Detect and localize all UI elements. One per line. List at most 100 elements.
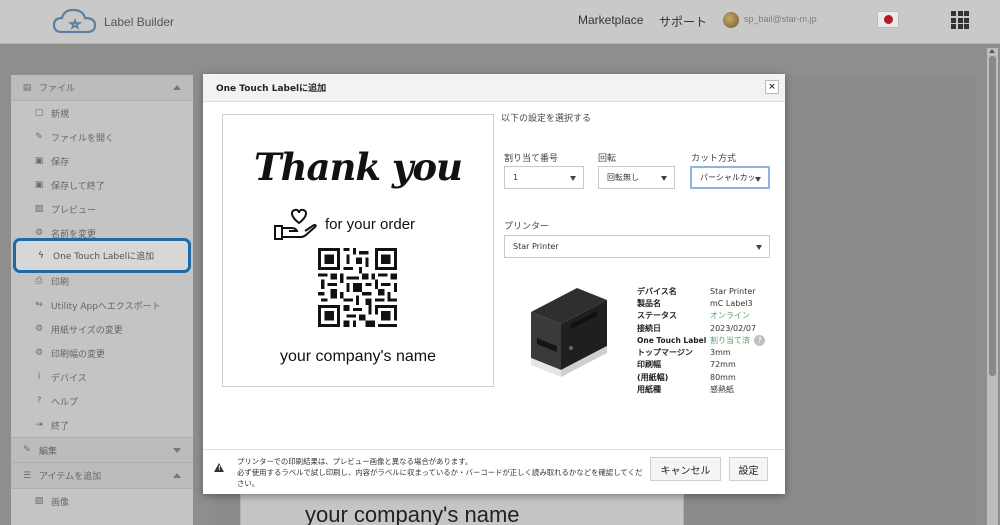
info-row-device-name: デバイス名 Star Printer [637, 285, 777, 297]
sidebar-item-exit[interactable]: ⇥ 終了 [11, 413, 193, 437]
sidebar-item-one-touch-label[interactable]: ϟ One Touch Labelに追加 [13, 238, 191, 273]
sidebar-section-edit[interactable]: ✎ 編集 [11, 437, 193, 463]
grid-dot [964, 11, 969, 16]
image-icon: ▨ [34, 496, 44, 506]
sidebar-item-save-exit[interactable]: ▣ 保存して終了 [11, 173, 193, 197]
sidebar-section-file[interactable]: ▤ ファイル [11, 75, 193, 101]
chevron-down-icon [755, 177, 761, 182]
settings-title: 以下の設定を選択する [501, 114, 592, 124]
thank-you-text: Thank you [254, 145, 463, 189]
file-section-icon: ▤ [22, 82, 32, 93]
language-flag-icon[interactable] [877, 11, 899, 28]
sidebar-item-label: 用紙サイズの変更 [51, 325, 123, 336]
support-link[interactable]: サポート [659, 13, 707, 30]
top-header: Label Builder Marketplace サポート sp_bail@s… [0, 0, 1000, 44]
sidebar-section-label: アイテムを追加 [39, 472, 102, 482]
export-icon: ↬ [35, 300, 43, 310]
info-key: トップマージン [637, 348, 693, 358]
sidebar-item-help[interactable]: ? ヘルプ [11, 389, 193, 413]
rotation-select[interactable]: 回転無し [598, 166, 675, 189]
company-name-text: your company's name [279, 348, 436, 365]
page-scrollbar[interactable] [987, 48, 998, 525]
info-value: 感熱紙 [710, 385, 734, 395]
info-key: ステータス [637, 311, 677, 321]
status-badge: オンライン [710, 311, 750, 321]
order-row: for your order [273, 207, 415, 241]
new-file-icon: ▢ [34, 108, 44, 118]
marketplace-link[interactable]: Marketplace [578, 13, 643, 27]
info-value: 72mm [710, 360, 736, 370]
info-key: (用紙幅) [637, 372, 669, 382]
info-key: 用紙種 [637, 385, 661, 395]
grid-dot [951, 17, 956, 23]
notice-line: 必ず使用するラベルで試し印刷し、内容がラベルに収まっているか・バーコードが正しく… [237, 468, 643, 488]
printer-label: プリンター [504, 222, 550, 232]
flag-circle [883, 15, 893, 24]
printer-select[interactable]: Star Printer [504, 235, 770, 258]
info-row-connected: 接続日 2023/02/07 [637, 322, 777, 334]
assign-number-value: 1 [513, 173, 519, 182]
info-value: 3mm [710, 348, 731, 358]
cancel-button[interactable]: キャンセル [650, 457, 721, 481]
dialog-title: One Touch Labelに追加 [216, 84, 327, 94]
cut-method-select[interactable]: パーシャルカット [690, 166, 770, 189]
sidebar-item-label: 保存 [51, 157, 70, 168]
save-exit-icon: ▣ [34, 180, 44, 190]
printer-value: Star Printer [513, 242, 559, 251]
label-preview: Thank you for your order your company's … [222, 114, 494, 387]
sidebar-item-label: プレビュー [51, 205, 97, 216]
sidebar-item-print-width[interactable]: ⚙ 印刷幅の変更 [11, 341, 193, 365]
cloud-logo-icon [52, 8, 97, 34]
sidebar-item-open[interactable]: ✎ ファイルを開く [11, 125, 193, 149]
scroll-up-icon[interactable] [989, 49, 995, 53]
save-icon: ▣ [34, 156, 44, 166]
assign-number-label: 割り当て番号 [504, 154, 559, 164]
question-icon[interactable]: ? [754, 334, 765, 346]
sidebar-item-label: デバイス [51, 373, 87, 384]
app-logo[interactable]: Label Builder [52, 6, 174, 38]
sidebar-item-export[interactable]: ↬ Utility Appへエクスポート [11, 293, 193, 317]
sidebar-item-device[interactable]: i デバイス [11, 365, 193, 389]
cut-method-label: カット方式 [691, 154, 737, 164]
account-email[interactable]: sp_bail@star-m.jp [744, 14, 817, 24]
sidebar-item-label: ヘルプ [51, 397, 79, 408]
sidebar-item-label: 新規 [51, 109, 70, 120]
grid-dot [957, 11, 963, 16]
dialog-header: One Touch Labelに追加 × [203, 74, 785, 102]
printer-image [531, 288, 607, 377]
apps-grid-icon[interactable] [951, 11, 969, 29]
info-key: デバイス名 [637, 286, 677, 296]
sidebar-item-preview[interactable]: ▨ プレビュー [11, 197, 193, 221]
help-icon: ? [36, 396, 42, 406]
info-row-one-touch: One Touch Label 割り当て済? [637, 334, 777, 346]
assign-number-select[interactable]: 1 [504, 166, 584, 189]
device-info: デバイス名 Star Printer 製品名 mC Label3 ステータス オンライ… [637, 285, 777, 396]
chevron-down-icon [570, 176, 576, 181]
sidebar-item-image[interactable]: ▨ 画像 [11, 489, 193, 513]
sidebar-item-save[interactable]: ▣ 保存 [11, 149, 193, 173]
info-row-print-width: 印刷幅 72mm [637, 359, 777, 371]
rotation-value: 回転無し [607, 173, 639, 182]
info-value: mC Label3 [710, 298, 753, 308]
set-button[interactable]: 設定 [729, 457, 768, 481]
sidebar-item-label: ファイルを開く [51, 133, 115, 144]
sidebar-item-paper-size[interactable]: ⚙ 用紙サイズの変更 [11, 317, 193, 341]
sidebar-item-label: 保存して終了 [51, 181, 105, 192]
sidebar-item-new[interactable]: ▢ 新規 [11, 101, 193, 125]
print-notice: プリンターでの印刷結果は、プレビュー画像と異なる場合があります。 必ず使用するラ… [237, 456, 647, 489]
app-name: Label Builder [104, 15, 175, 29]
grid-dot [964, 17, 969, 23]
sidebar-section-add-item[interactable]: ☰ アイテムを追加 [11, 463, 193, 489]
chevron-down-icon [173, 448, 181, 453]
scrollbar-thumb[interactable] [989, 56, 996, 376]
sidebar-item-label: 終了 [51, 421, 70, 432]
info-row-paper-width: (用紙幅) 80mm [637, 371, 777, 383]
grid-dot [951, 11, 956, 16]
avatar[interactable] [723, 12, 739, 28]
device-icon: i [37, 372, 41, 382]
info-value-wrap: 割り当て済? [710, 334, 765, 346]
sidebar-item-label: One Touch Labelに追加 [53, 252, 155, 262]
one-touch-label-dialog: One Touch Labelに追加 × Thank you for your … [203, 74, 785, 494]
close-button[interactable]: × [765, 80, 779, 94]
info-key: One Touch Label [637, 335, 707, 345]
